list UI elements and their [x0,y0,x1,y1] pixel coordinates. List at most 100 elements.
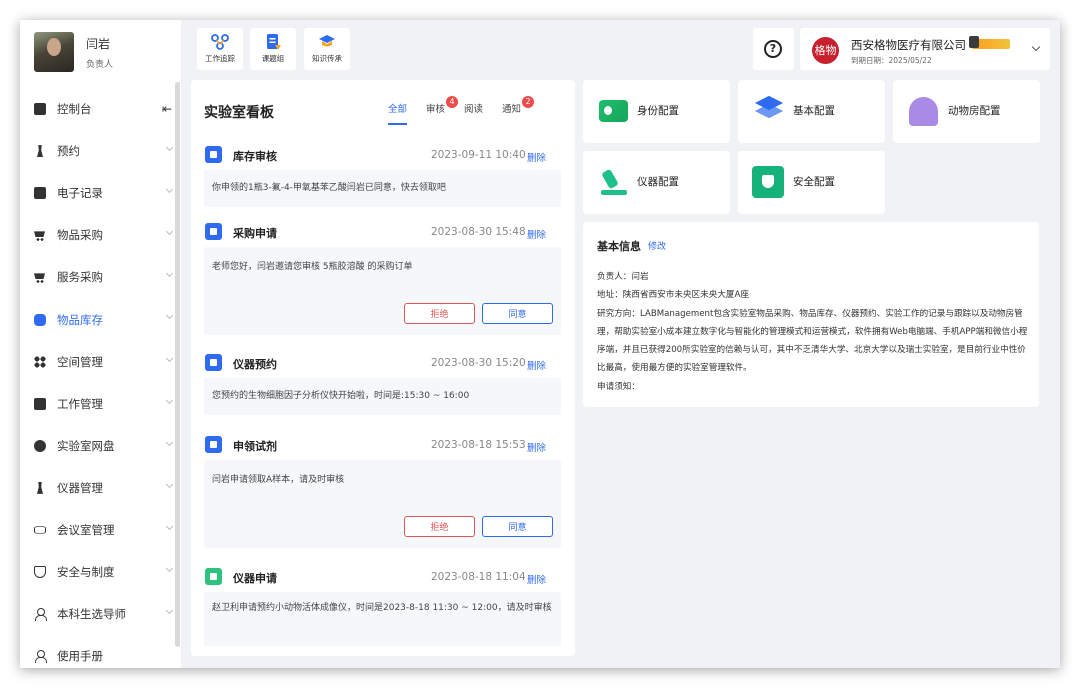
sidebar-item-label: 服务采购 [57,270,103,285]
config-label: 动物房配置 [948,105,1001,117]
notice-time: 2023-09-11 10:40 [431,149,526,161]
chevron-down-icon [165,228,174,236]
notice-body: 闫岩申请领取A样本，请及时审核 拒绝 同意 [204,460,561,548]
sidebar-item-label: 控制台 [57,102,92,117]
chevron-down-icon [165,564,174,573]
animal-house-config-card[interactable]: 动物房配置 [893,80,1040,143]
sidebar-item-label: 会议室管理 [57,522,115,537]
identity-config-card[interactable]: 身份配置 [583,80,730,143]
sidebar-item-supervisor-selection[interactable]: 本科生选导师 [20,593,174,635]
sidebar-nav: 控制台 ⇤ 预约 电子记录 物品采购 服务采购 物品库存 空间管理 工作管理 实验… [20,88,174,668]
help-icon: ? [764,40,782,58]
notice-text: 老师您好，闫岩邀请您审核 5瓶胶溶酸 的采购订单 [212,262,413,272]
notice-time: 2023-08-18 15:53 [431,439,526,451]
chevron-down-icon[interactable] [1031,42,1041,52]
research-group-label: 课题组 [261,54,285,63]
tab-read[interactable]: 阅读 [464,101,483,125]
notice-time: 2023-08-18 11:04 [431,571,526,583]
shield-check-icon [752,166,784,198]
chevron-down-icon [165,607,174,615]
config-label: 安全配置 [793,176,835,188]
tab-notice[interactable]: 通知 2 [502,96,535,125]
sidebar-scrollbar[interactable] [175,82,180,647]
delete-link[interactable]: 删除 [527,358,546,372]
knowledge-button[interactable]: 知识传承 [304,28,350,70]
tab-review[interactable]: 审核 4 [426,96,459,125]
sidebar-item-label: 安全与制度 [57,565,115,580]
info-owner: 负责人：闫岩 [597,272,649,282]
sidebar-item-dashboard[interactable]: 控制台 ⇤ [20,88,172,130]
tab-all[interactable]: 全部 [388,101,408,125]
sidebar-item-space[interactable]: 空间管理 [20,341,174,383]
edit-link[interactable]: 修改 [648,239,666,252]
research-group-button[interactable]: 课题组 [250,28,296,70]
chevron-down-icon [165,312,174,320]
notice-title: 仪器预约 [233,358,277,371]
sidebar-item-item-purchase[interactable]: 物品采购 [20,214,174,256]
work-tracking-button[interactable]: 工作追踪 [197,28,243,70]
sidebar-item-label: 本科生选导师 [57,607,126,622]
delete-link[interactable]: 删除 [527,572,546,586]
notice-title: 仪器申请 [233,572,277,585]
notice-body: 赵卫利申请预约小动物活体成像仪，时间是2023-8-18 11:30 ~ 12:… [204,592,561,646]
chevron-down-icon [165,396,174,404]
person-icon [34,650,47,664]
flask-icon [34,145,46,157]
knowledge-label: 知识传承 [312,54,342,63]
sidebar-item-manual[interactable]: 使用手册 [20,635,172,668]
notice-title: 库存审核 [233,150,277,163]
cart-icon [34,229,46,242]
avatar [34,32,74,72]
delete-link[interactable]: 删除 [527,150,546,164]
chevron-down-icon [165,354,174,362]
cart-icon [34,271,46,284]
delete-link[interactable]: 删除 [527,227,546,241]
org-switcher[interactable]: 格物 西安格物医疗有限公司 到期日期：2025/05/22 [800,28,1050,70]
notice-item: 仪器预约 2023-08-30 15:20 删除 您预约的生物细胞因子分析仪快开始啦… [204,350,561,415]
sidebar-item-e-records[interactable]: 电子记录 [20,172,174,214]
sidebar-item-inventory[interactable]: 物品库存 [20,298,174,340]
org-expiry: 到期日期：2025/05/22 [851,56,932,65]
info-notice: 申请须知： [597,381,640,392]
user-card[interactable]: 闫岩 负责人 [34,32,113,72]
notice-text: 闫岩申请领取A样本，请及时审核 [212,475,345,485]
sidebar-item-cloud-drive[interactable]: 实验室网盘 [20,425,174,467]
chevron-down-icon [165,438,174,446]
board-tabs: 全部 审核 4 阅读 通知 2 [388,96,540,125]
inventory-icon [34,313,46,326]
basic-config-card[interactable]: 基本配置 [738,80,885,143]
sidebar-item-safety[interactable]: 安全与制度 [20,551,174,593]
sidebar-item-label: 物品库存 [57,312,103,327]
safety-config-card[interactable]: 安全配置 [738,151,885,214]
sidebar-item-instruments[interactable]: 仪器管理 [20,467,174,509]
agree-button[interactable]: 同意 [482,516,553,537]
notice-item: 申领试剂 2023-08-18 15:53 删除 闫岩申请领取A样本，请及时审核 拒… [204,432,561,548]
sidebar-item-booking[interactable]: 预约 [20,130,174,172]
reject-button[interactable]: 拒绝 [404,303,475,324]
collapse-sidebar-icon[interactable]: ⇤ [162,102,172,116]
shield-icon [34,566,46,579]
delete-link[interactable]: 删除 [527,440,546,454]
instrument-config-card[interactable]: 仪器配置 [583,151,730,214]
chevron-down-icon [165,522,174,530]
vip-badge-icon [969,36,1010,49]
animal-house-icon [909,97,938,126]
help-button[interactable]: ? [753,28,794,70]
sidebar-item-service-purchase[interactable]: 服务采购 [20,256,174,298]
work-icon [34,397,46,410]
notebook-icon [34,187,46,200]
agree-button[interactable]: 同意 [482,303,553,324]
config-label: 基本配置 [793,105,835,117]
microscope-icon [34,482,46,494]
notice-item: 库存审核 2023-09-11 10:40 删除 你申领的1瓶3-氟-4-甲氧基苯乙… [204,142,561,207]
info-address: 地址：陕西省西安市未央区未央大厦A座 [597,290,749,301]
sidebar-item-work[interactable]: 工作管理 [20,383,174,425]
sidebar-item-meeting-rooms[interactable]: 会议室管理 [20,509,174,551]
cloud-icon [34,439,46,452]
info-research: 研究方向：LABManagement包含实验室物品采购、物品库存、仪器预约、实验… [597,308,1028,374]
basic-info-panel: 基本信息 修改 负责人：闫岩 地址：陕西省西安市未央区未央大厦A座 研究方向：L… [583,222,1039,407]
notice-body: 您预约的生物细胞因子分析仪快开始啦，时间是:15:30 ~ 16:00 [204,378,561,415]
chevron-down-icon [165,480,174,488]
reject-button[interactable]: 拒绝 [404,516,475,537]
sidebar-item-label: 空间管理 [57,354,103,369]
